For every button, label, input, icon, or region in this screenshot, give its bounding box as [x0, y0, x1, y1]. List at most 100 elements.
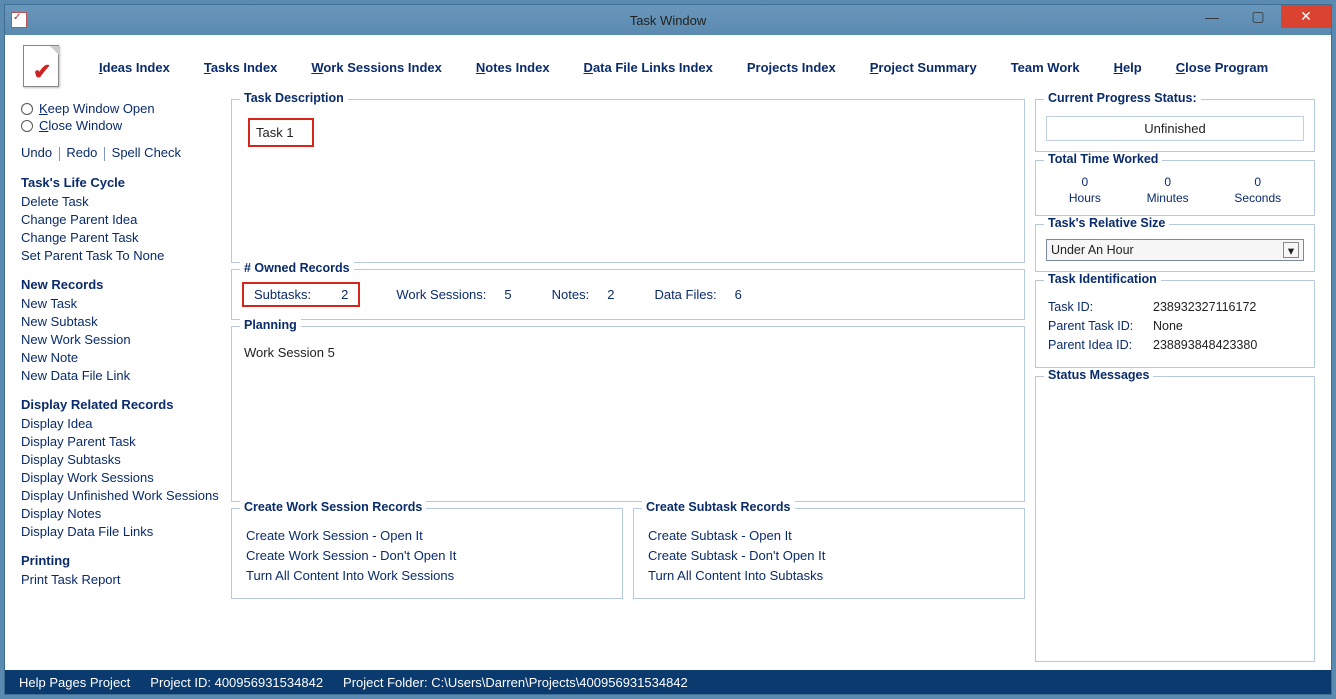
- task-description-legend: Task Description: [240, 91, 348, 105]
- redo-link[interactable]: Redo: [66, 145, 97, 160]
- new-data-file-link[interactable]: New Data File Link: [21, 368, 221, 383]
- create-subtask-legend: Create Subtask Records: [642, 500, 795, 514]
- change-parent-task-link[interactable]: Change Parent Task: [21, 230, 221, 245]
- status-messages-group: Status Messages: [1035, 376, 1315, 662]
- status-project-folder: Project Folder: C:\Users\Darren\Projects…: [343, 675, 688, 690]
- nav-ideas-index[interactable]: Ideas Index: [99, 60, 170, 75]
- display-unfinished-ws-link[interactable]: Display Unfinished Work Sessions: [21, 488, 221, 503]
- create-work-session-group: Create Work Session Records Create Work …: [231, 508, 623, 599]
- progress-status-group: Current Progress Status: Unfinished: [1035, 99, 1315, 152]
- new-task-link[interactable]: New Task: [21, 296, 221, 311]
- maximize-button[interactable]: ▢: [1235, 5, 1281, 28]
- radio-icon: [21, 103, 33, 115]
- delete-task-link[interactable]: Delete Task: [21, 194, 221, 209]
- close-window-radio[interactable]: Close Window: [21, 118, 221, 133]
- df-label: Data Files:: [654, 287, 716, 302]
- task-identification-group: Task Identification Task ID:238932327116…: [1035, 280, 1315, 368]
- display-notes-link[interactable]: Display Notes: [21, 506, 221, 521]
- keep-window-open-radio[interactable]: Keep Window Open: [21, 101, 221, 116]
- display-parent-task-link[interactable]: Display Parent Task: [21, 434, 221, 449]
- data-files-count: Data Files: 6: [654, 287, 741, 302]
- new-note-link[interactable]: New Note: [21, 350, 221, 365]
- notes-label: Notes:: [552, 287, 590, 302]
- set-parent-none-link[interactable]: Set Parent Task To None: [21, 248, 221, 263]
- task-description-group: Task Description Task 1: [231, 99, 1025, 263]
- nav-help[interactable]: Help: [1114, 60, 1142, 75]
- work-sessions-count: Work Sessions: 5: [396, 287, 511, 302]
- divider-icon: [59, 147, 60, 161]
- hours-value: 0: [1069, 175, 1101, 189]
- planning-field[interactable]: Work Session 5: [242, 341, 1014, 364]
- planning-legend: Planning: [240, 318, 301, 332]
- create-ws-open-link[interactable]: Create Work Session - Open It: [246, 528, 608, 543]
- top-navigation: ✔ Ideas Index Tasks Index Work Sessions …: [5, 35, 1331, 99]
- minutes-value: 0: [1147, 175, 1189, 189]
- ws-value: 5: [504, 287, 511, 302]
- create-ws-legend: Create Work Session Records: [240, 500, 426, 514]
- relative-size-value: Under An Hour: [1051, 243, 1134, 257]
- new-subtask-link[interactable]: New Subtask: [21, 314, 221, 329]
- create-subtask-noop-link[interactable]: Create Subtask - Don't Open It: [648, 548, 1010, 563]
- display-idea-link[interactable]: Display Idea: [21, 416, 221, 431]
- change-parent-idea-link[interactable]: Change Parent Idea: [21, 212, 221, 227]
- close-button[interactable]: ✕: [1281, 5, 1331, 28]
- window-title: Task Window: [5, 13, 1331, 28]
- display-data-file-links-link[interactable]: Display Data File Links: [21, 524, 221, 539]
- progress-status-legend: Current Progress Status:: [1044, 91, 1201, 105]
- create-ws-noop-link[interactable]: Create Work Session - Don't Open It: [246, 548, 608, 563]
- right-panel: Current Progress Status: Unfinished Tota…: [1035, 99, 1315, 662]
- minimize-button[interactable]: —: [1189, 5, 1235, 28]
- notes-count: Notes: 2: [552, 287, 615, 302]
- spell-check-link[interactable]: Spell Check: [112, 145, 181, 160]
- turn-into-ws-link[interactable]: Turn All Content Into Work Sessions: [246, 568, 608, 583]
- seconds-label: Seconds: [1234, 191, 1281, 205]
- subtasks-label: Subtasks:: [254, 287, 311, 302]
- status-bar: Help Pages Project Project ID: 400956931…: [5, 670, 1331, 694]
- new-work-session-link[interactable]: New Work Session: [21, 332, 221, 347]
- create-subtask-group: Create Subtask Records Create Subtask - …: [633, 508, 1025, 599]
- chevron-down-icon: ▾: [1283, 242, 1299, 258]
- title-bar[interactable]: Task Window — ▢ ✕: [5, 5, 1331, 35]
- parent-task-id-label: Parent Task ID:: [1048, 319, 1143, 333]
- subtasks-value: 2: [341, 287, 348, 302]
- nav-work-sessions-index[interactable]: Work Sessions Index: [311, 60, 442, 75]
- relative-size-select[interactable]: Under An Hour ▾: [1046, 239, 1304, 261]
- printing-heading: Printing: [21, 553, 221, 568]
- nav-project-summary[interactable]: Project Summary: [870, 60, 977, 75]
- radio-icon: [21, 120, 33, 132]
- task-description-field[interactable]: Task 1: [248, 118, 314, 147]
- turn-into-subtasks-link[interactable]: Turn All Content Into Subtasks: [648, 568, 1010, 583]
- nav-notes-index[interactable]: Notes Index: [476, 60, 550, 75]
- nav-data-file-links-index[interactable]: Data File Links Index: [584, 60, 713, 75]
- owned-records-group: # Owned Records Subtasks: 2 Work Session…: [231, 269, 1025, 320]
- task-ident-legend: Task Identification: [1044, 272, 1161, 286]
- owned-records-legend: # Owned Records: [240, 261, 354, 275]
- print-task-report-link[interactable]: Print Task Report: [21, 572, 221, 587]
- hours-label: Hours: [1069, 191, 1101, 205]
- new-records-heading: New Records: [21, 277, 221, 292]
- status-messages-legend: Status Messages: [1044, 368, 1153, 382]
- nav-tasks-index[interactable]: Tasks Index: [204, 60, 277, 75]
- nav-close-program[interactable]: Close Program: [1176, 60, 1268, 75]
- status-project-id: Project ID: 400956931534842: [150, 675, 323, 690]
- seconds-value: 0: [1234, 175, 1281, 189]
- parent-task-id-value: None: [1153, 319, 1183, 333]
- time-worked-legend: Total Time Worked: [1044, 152, 1162, 166]
- center-panel: Task Description Task 1 # Owned Records …: [231, 99, 1025, 662]
- minutes-label: Minutes: [1147, 191, 1189, 205]
- parent-idea-id-value: 238893848423380: [1153, 338, 1257, 352]
- nav-team-work[interactable]: Team Work: [1011, 60, 1080, 75]
- undo-link[interactable]: Undo: [21, 145, 52, 160]
- display-subtasks-link[interactable]: Display Subtasks: [21, 452, 221, 467]
- app-logo-icon: ✔: [23, 45, 63, 89]
- display-work-sessions-link[interactable]: Display Work Sessions: [21, 470, 221, 485]
- status-help-project[interactable]: Help Pages Project: [19, 675, 130, 690]
- progress-status-value: Unfinished: [1046, 116, 1304, 141]
- notes-value: 2: [607, 287, 614, 302]
- planning-group: Planning Work Session 5: [231, 326, 1025, 502]
- create-subtask-open-link[interactable]: Create Subtask - Open It: [648, 528, 1010, 543]
- df-value: 6: [735, 287, 742, 302]
- left-panel: Keep Window Open Close Window Undo Redo …: [21, 99, 221, 662]
- nav-projects-index[interactable]: Projects Index: [747, 60, 836, 75]
- subtasks-count[interactable]: Subtasks: 2: [242, 282, 360, 307]
